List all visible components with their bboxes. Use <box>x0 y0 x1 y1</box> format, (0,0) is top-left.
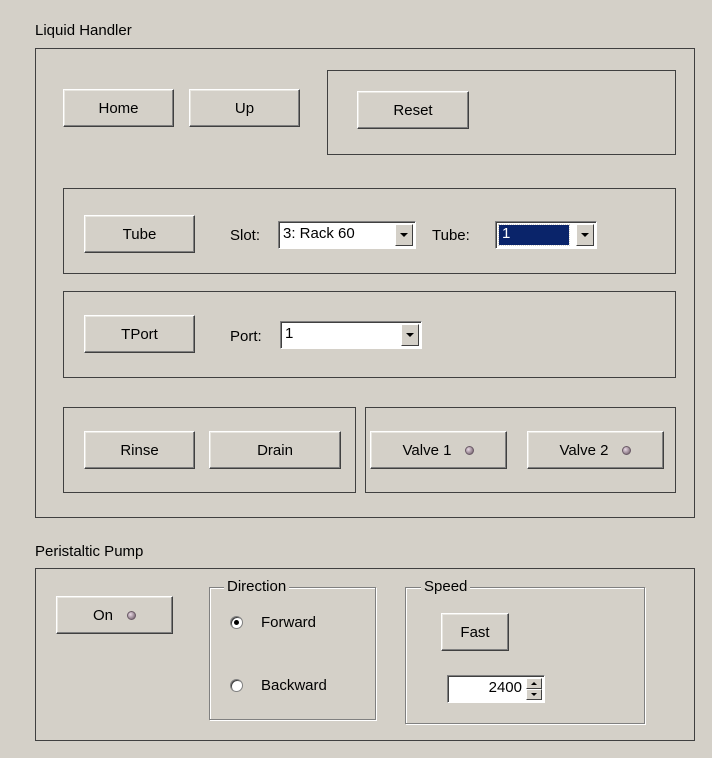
direction-title: Direction <box>224 578 290 596</box>
drain-button[interactable]: Drain <box>209 431 341 469</box>
spin-down-icon[interactable] <box>526 689 542 700</box>
valve1-button[interactable]: Valve 1 <box>370 431 507 469</box>
tport-button[interactable]: TPort <box>84 315 195 353</box>
slot-dropdown[interactable]: 3: Rack 60 <box>278 221 416 249</box>
port-value: 1 <box>285 325 294 342</box>
valve2-label: Valve 2 <box>559 441 609 459</box>
forward-label[interactable]: Forward <box>261 614 316 632</box>
up-button[interactable]: Up <box>189 89 300 127</box>
slot-label: Slot: <box>230 227 261 244</box>
liquid-handler-title: Liquid Handler <box>35 22 132 39</box>
reset-button[interactable]: Reset <box>357 91 469 129</box>
home-button[interactable]: Home <box>63 89 174 127</box>
peristaltic-pump-title: Peristaltic Pump <box>35 543 144 560</box>
rinse-button[interactable]: Rinse <box>84 431 195 469</box>
spin-up-icon[interactable] <box>526 678 542 689</box>
valve1-label: Valve 1 <box>402 441 452 459</box>
chevron-down-icon[interactable] <box>395 224 413 246</box>
backward-label[interactable]: Backward <box>261 677 327 695</box>
forward-radio[interactable] <box>230 616 243 629</box>
port-label: Port: <box>230 328 262 345</box>
chevron-down-icon[interactable] <box>576 224 594 246</box>
tube-button[interactable]: Tube <box>84 215 195 253</box>
speed-value: 2400 <box>488 679 522 696</box>
speed-spinner[interactable]: 2400 <box>447 675 545 703</box>
tube-value: 1 <box>502 225 511 242</box>
tube-field-label: Tube: <box>432 227 470 244</box>
speed-title: Speed <box>421 578 471 596</box>
chevron-down-icon[interactable] <box>401 324 419 346</box>
pump-led-icon <box>127 610 136 620</box>
port-dropdown[interactable]: 1 <box>280 321 422 349</box>
fast-button[interactable]: Fast <box>441 613 509 651</box>
direction-group <box>209 587 376 720</box>
backward-radio[interactable] <box>230 679 243 692</box>
valve1-led-icon <box>465 445 475 455</box>
slot-value: 3: Rack 60 <box>283 225 355 242</box>
valve2-led-icon <box>622 445 632 455</box>
pump-on-button[interactable]: On <box>56 596 173 634</box>
tube-dropdown[interactable]: 1 <box>495 221 597 249</box>
valve2-button[interactable]: Valve 2 <box>527 431 664 469</box>
speed-group <box>405 587 645 724</box>
pump-on-label: On <box>92 606 113 624</box>
